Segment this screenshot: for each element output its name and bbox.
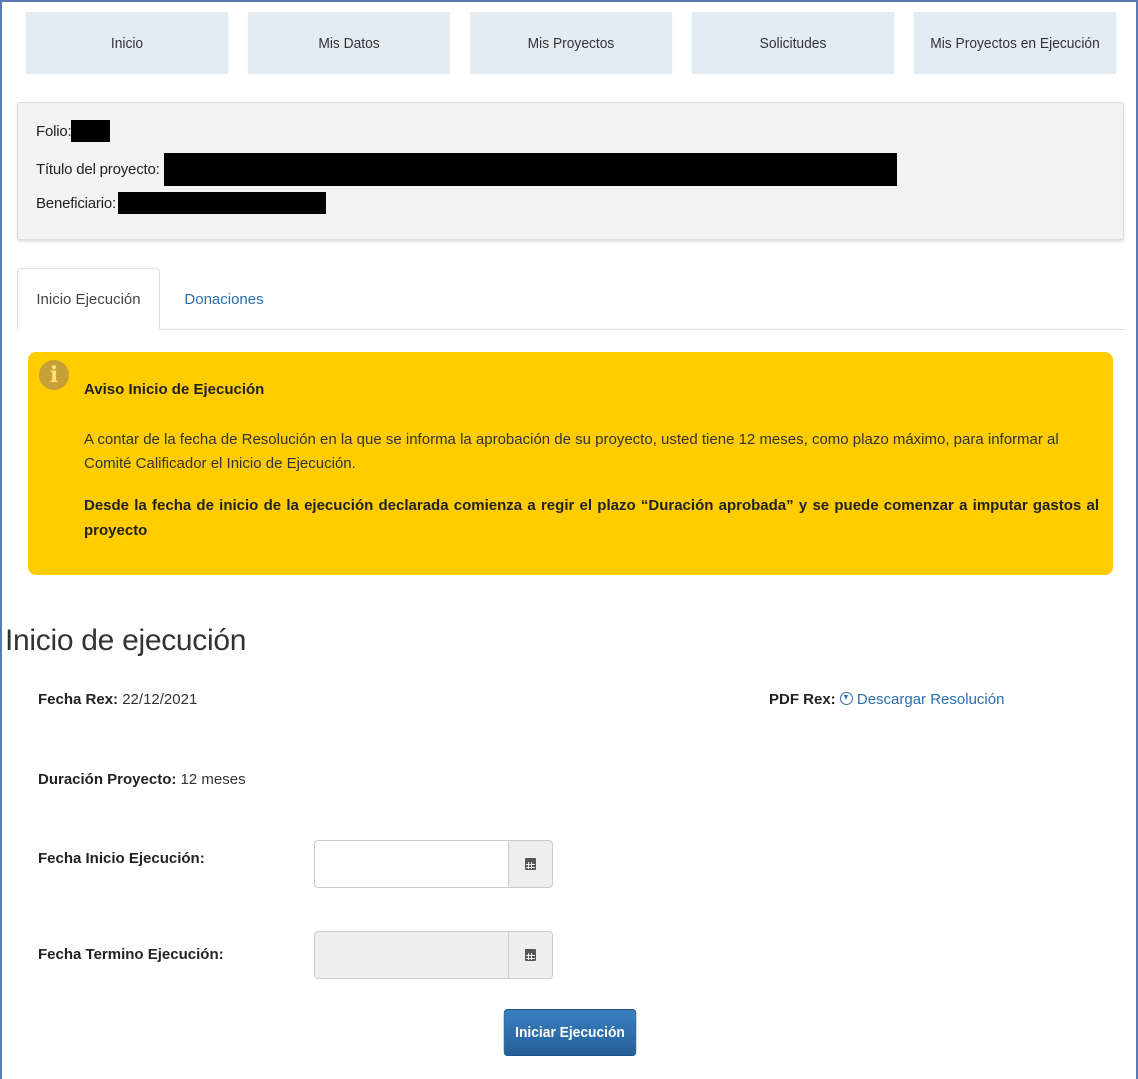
tab-inicio-ejecucion[interactable]: Inicio Ejecución <box>17 268 160 330</box>
download-icon <box>839 692 853 705</box>
project-info-panel: Folio: Título del proyecto: Beneficiario… <box>17 102 1124 240</box>
duracion-value: 12 meses <box>180 771 246 788</box>
title-row: Título del proyecto: <box>36 153 897 186</box>
nav-item-mis-proyectos[interactable]: Mis Proyectos <box>469 12 673 74</box>
fecha-rex-value: 22/12/2021 <box>122 691 198 708</box>
beneficiary-label: Beneficiario: <box>36 194 116 212</box>
alert-title: Aviso Inicio de Ejecución <box>84 381 265 398</box>
project-title-label: Título del proyecto: <box>36 161 160 178</box>
fecha-termino-calendar-button[interactable] <box>509 931 553 979</box>
duracion-label: Duración Proyecto: <box>38 771 177 788</box>
fecha-inicio-label: Fecha Inicio Ejecución: <box>38 850 205 867</box>
section-title: Inicio de ejecución <box>5 624 247 657</box>
pdf-rex-label: PDF Rex: <box>769 691 836 708</box>
fecha-rex-label: Fecha Rex: <box>38 691 119 708</box>
calendar-icon <box>525 949 536 961</box>
alert-paragraph-1: A contar de la fecha de Resolución en la… <box>84 431 1059 472</box>
top-nav: Inicio Mis Datos Mis Proyectos Solicitud… <box>17 12 1125 74</box>
iniciar-ejecucion-button[interactable]: Iniciar Ejecución <box>503 1009 637 1056</box>
download-resolution-link[interactable]: Descargar Resolución <box>839 691 1005 708</box>
pdf-rex: PDF Rex: Descargar Resolución <box>769 691 1004 708</box>
fecha-termino-label: Fecha Termino Ejecución: <box>38 946 224 963</box>
fecha-inicio-label-wrap: Fecha Inicio Ejecución: <box>38 850 205 867</box>
folio-label: Folio: <box>36 122 72 140</box>
beneficiary-row: Beneficiario: <box>36 192 326 214</box>
calendar-icon <box>525 858 536 870</box>
folio-row: Folio: <box>36 120 111 142</box>
fecha-rex: Fecha Rex: 22/12/2021 <box>38 691 197 708</box>
fecha-termino-group <box>314 931 553 979</box>
project-title-redaction <box>163 153 897 186</box>
nav-item-inicio[interactable]: Inicio <box>25 12 229 74</box>
folio-redaction <box>71 120 111 142</box>
warning-alert: i Aviso Inicio de Ejecución A contar de … <box>28 352 1113 575</box>
tabs: Inicio Ejecución Donaciones <box>17 268 1125 330</box>
tab-donaciones[interactable]: Donaciones <box>177 268 271 330</box>
fecha-termino-input <box>314 931 509 979</box>
fecha-inicio-calendar-button[interactable] <box>509 840 553 888</box>
alert-paragraph-2: Desde la fecha de inicio de la ejecución… <box>84 497 1099 539</box>
nav-item-solicitudes[interactable]: Solicitudes <box>691 12 895 74</box>
fecha-termino-label-wrap: Fecha Termino Ejecución: <box>38 946 224 963</box>
nav-item-mis-proyectos-en-ejecucion[interactable]: Mis Proyectos en Ejecución <box>913 12 1117 74</box>
info-icon: i <box>39 360 69 390</box>
download-resolution-label: Descargar Resolución <box>856 691 1005 708</box>
nav-item-mis-datos[interactable]: Mis Datos <box>247 12 451 74</box>
fecha-inicio-group <box>314 840 553 888</box>
duracion-proyecto: Duración Proyecto: 12 meses <box>38 771 246 788</box>
fecha-inicio-input[interactable] <box>314 840 509 888</box>
beneficiary-redaction <box>117 192 326 214</box>
